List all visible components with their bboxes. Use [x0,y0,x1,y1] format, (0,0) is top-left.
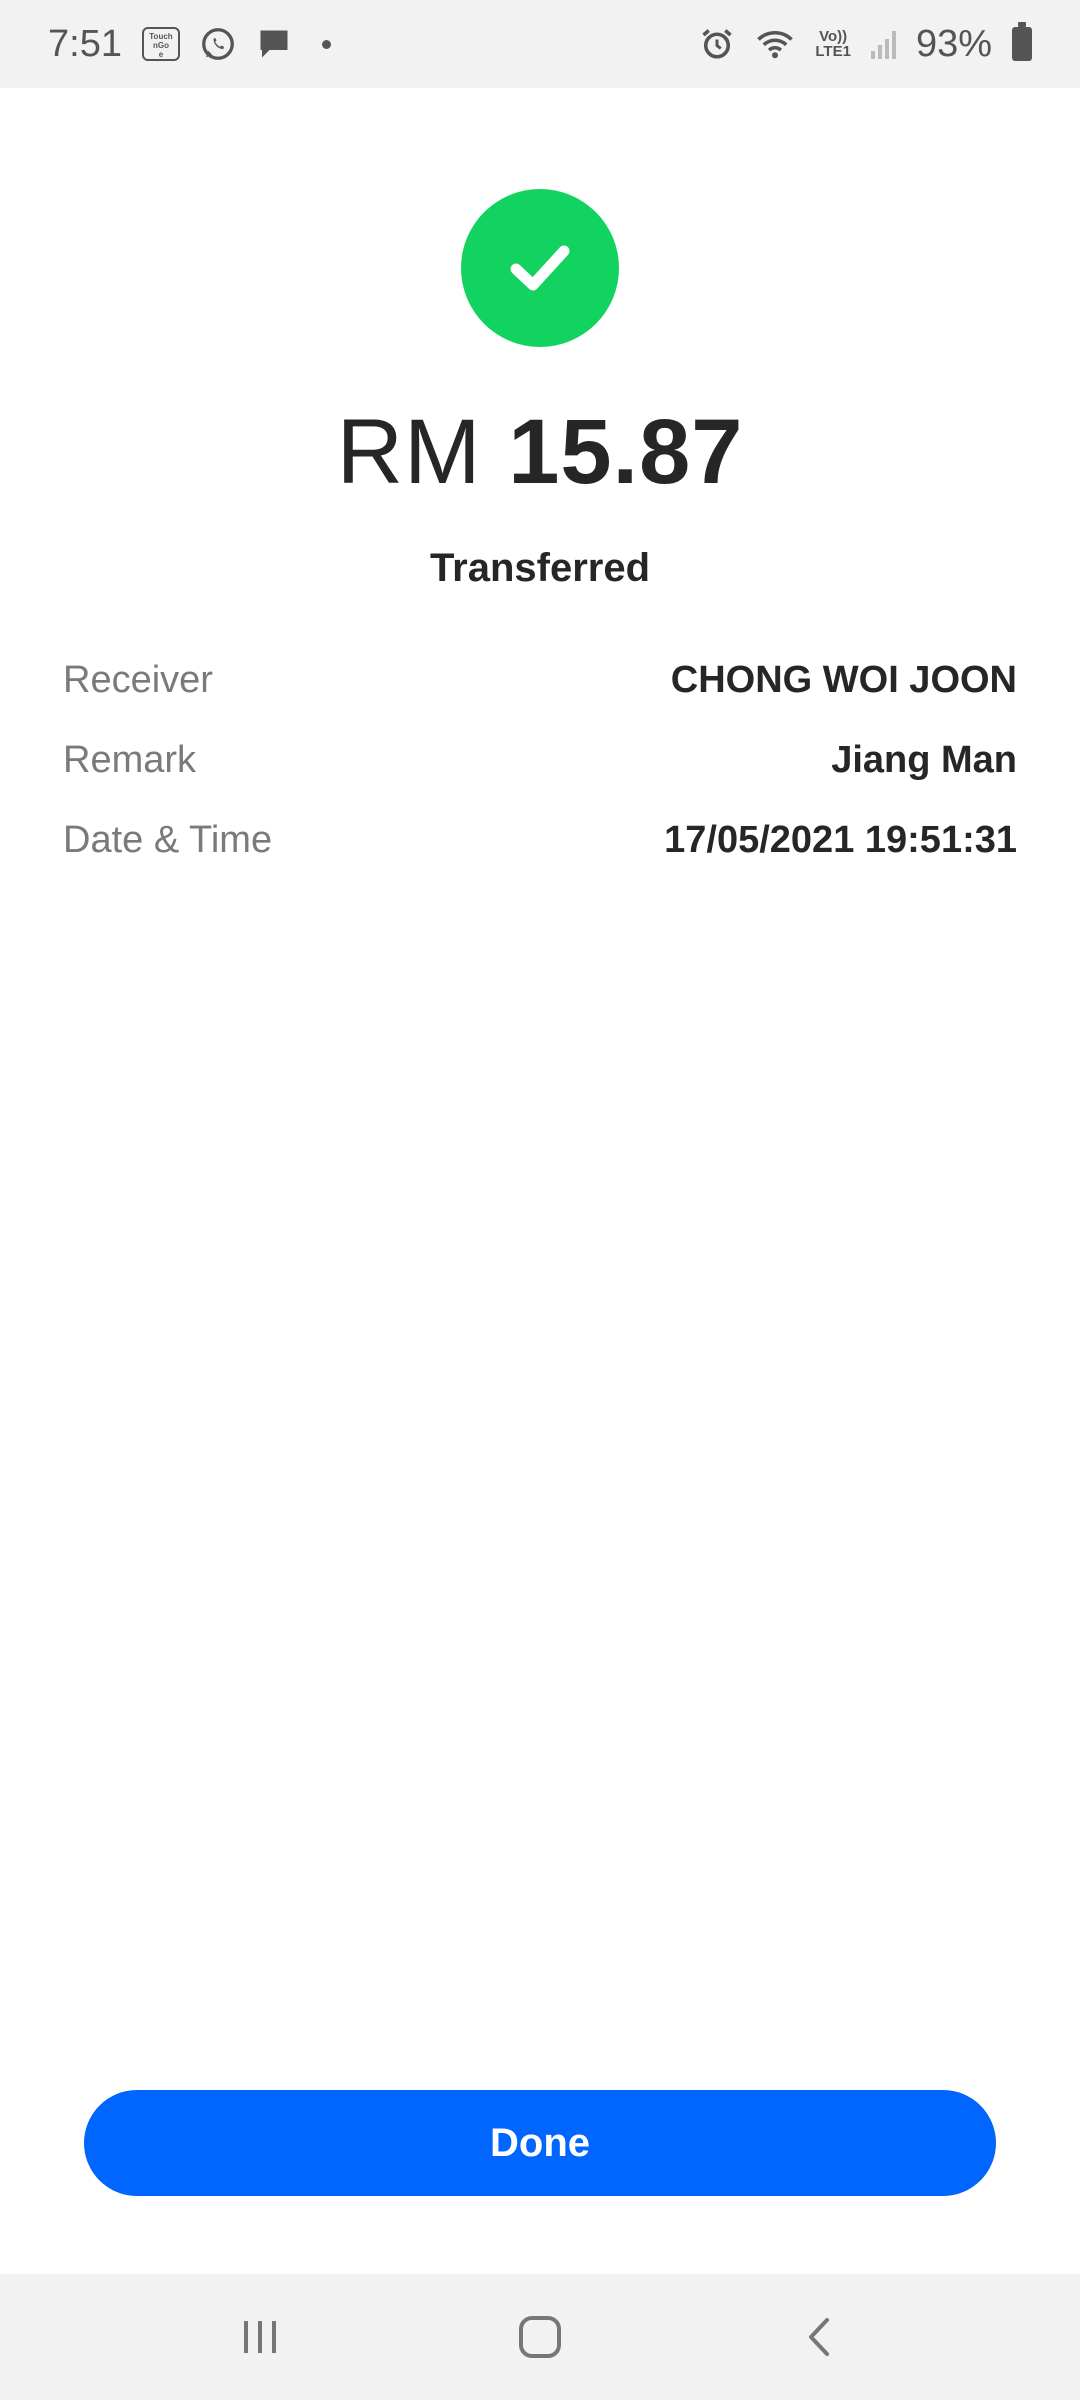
transfer-details: Receiver CHONG WOI JOON Remark Jiang Man… [63,640,1017,880]
volte-icon: Vo)) LTE1 [815,28,851,60]
back-button[interactable] [770,2297,870,2377]
message-icon [256,26,292,62]
navigation-bar [0,2274,1080,2400]
battery-icon [1012,22,1032,61]
status-left: 7:51 Touch nGo e [48,23,331,66]
transfer-status: Transferred [429,546,651,590]
status-right: Vo)) LTE1 93% [699,22,1032,66]
done-button[interactable]: Done [84,2090,996,2196]
home-icon [519,2316,561,2358]
datetime-label: Date & Time [63,818,273,861]
amount-value: 15.87 [508,401,744,503]
receiver-value: CHONG WOI JOON [670,658,1017,701]
signal-icon [870,29,896,59]
transfer-amount: RM 15.87 [0,400,1080,505]
detail-row-remark: Remark Jiang Man [63,720,1017,800]
remark-label: Remark [63,738,197,781]
detail-row-datetime: Date & Time 17/05/2021 19:51:31 [63,800,1017,880]
touch-n-go-icon: Touch nGo e [141,27,180,61]
success-check-icon [461,189,619,347]
back-icon [809,2318,829,2356]
receiver-label: Receiver [63,658,213,701]
currency-label: RM [336,401,482,503]
datetime-value: 17/05/2021 19:51:31 [664,818,1017,861]
remark-value: Jiang Man [831,738,1017,781]
status-bar: 7:51 Touch nGo e Vo)) LTE1 93% [0,0,1080,88]
recent-apps-button[interactable] [210,2297,310,2377]
dot-icon [321,39,331,49]
wifi-icon [755,26,795,62]
home-button[interactable] [490,2297,590,2377]
recent-apps-icon [244,2321,276,2353]
check-icon [510,245,570,291]
alarm-icon [699,26,735,62]
battery-percent: 93% [915,22,992,65]
whatsapp-icon [200,26,236,62]
status-time: 7:51 [48,22,122,65]
detail-row-receiver: Receiver CHONG WOI JOON [63,640,1017,720]
